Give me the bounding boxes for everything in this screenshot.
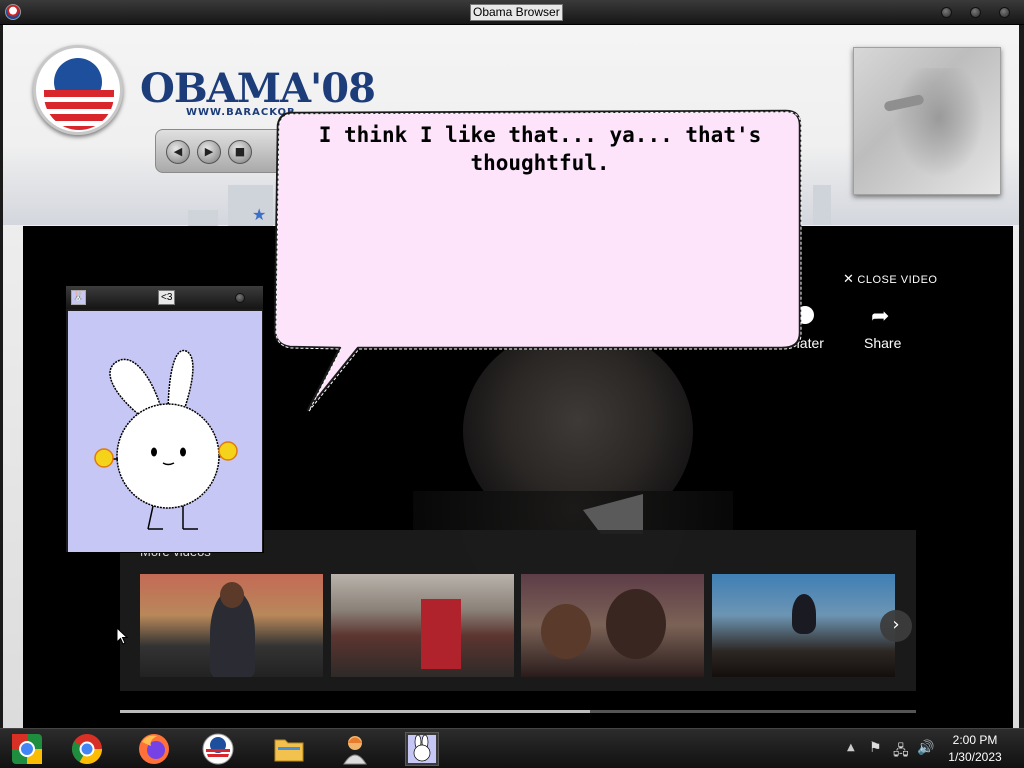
bunny-canvas — [68, 311, 262, 552]
user-agent-icon[interactable] — [338, 732, 372, 766]
taskbar: ▲ ⚑ 🖧 🔊 2:00 PM 1/30/2023 — [0, 728, 1024, 768]
share-button[interactable]: Share — [864, 335, 901, 351]
thumbnail-stairs — [421, 599, 461, 669]
thumbnail-figure — [792, 594, 816, 634]
more-videos-panel: More videos › — [120, 530, 916, 691]
bunny-window-close-button[interactable] — [235, 293, 245, 303]
bunny-character[interactable] — [68, 311, 262, 552]
back-arrow-icon[interactable]: ◀ — [166, 140, 190, 164]
skyline-building — [813, 185, 831, 225]
bunny-companion-icon[interactable] — [405, 732, 439, 766]
tray-expand-icon[interactable]: ▲ — [847, 742, 855, 753]
maximize-button[interactable] — [970, 7, 981, 18]
chrome-logo-icon[interactable] — [10, 732, 44, 766]
window-title: Obama Browser — [470, 4, 563, 21]
bunny-companion-window[interactable]: 🐰 <3 — [65, 285, 264, 553]
speech-bubble-text: I think I like that... ya... that's thou… — [318, 123, 762, 175]
thumbnail-figure-head — [220, 582, 244, 608]
bunny-icon: 🐰 — [71, 290, 86, 305]
firefox-icon[interactable] — [137, 732, 171, 766]
mouse-cursor-icon — [116, 627, 128, 645]
bunny-window-title: <3 — [158, 290, 176, 305]
minimize-button[interactable] — [941, 7, 952, 18]
obama-campaign-logo[interactable] — [33, 45, 123, 135]
file-explorer-icon[interactable] — [272, 732, 306, 766]
bunny-icon — [408, 734, 436, 763]
clock-date[interactable]: 1/30/2023 — [930, 750, 1020, 764]
close-video-button[interactable]: ✕ CLOSE VIDEO — [843, 271, 937, 287]
clock-time[interactable]: 2:00 PM — [930, 733, 1020, 747]
thumbnail-figure-head — [606, 589, 666, 659]
obama-logo-icon — [5, 4, 21, 20]
video-thumbnail[interactable] — [331, 574, 514, 677]
thumbnail-figure-head — [541, 604, 591, 659]
video-thumbnail[interactable] — [140, 574, 323, 677]
stop-icon[interactable]: ■ — [228, 140, 252, 164]
navigation-bar: ◀ ▶ ■ — [155, 129, 285, 173]
close-window-button[interactable] — [999, 7, 1010, 18]
close-icon: ✕ — [843, 271, 855, 286]
window-titlebar[interactable]: Obama Browser — [0, 0, 1024, 25]
network-icon[interactable]: 🖧 — [893, 740, 909, 764]
close-video-label: CLOSE VIDEO — [857, 274, 938, 286]
video-progress-bar[interactable] — [120, 710, 916, 713]
flag-icon[interactable]: ⚑ — [869, 740, 882, 756]
video-buffer-fill — [120, 710, 590, 713]
chrome-icon[interactable] — [70, 732, 104, 766]
share-arrow-icon[interactable]: ➦ — [871, 304, 889, 329]
obama-browser-icon[interactable] — [201, 732, 235, 766]
bunny-window-titlebar[interactable]: 🐰 <3 — [66, 286, 263, 309]
chevron-right-icon: › — [892, 614, 900, 635]
forward-arrow-icon[interactable]: ▶ — [197, 140, 221, 164]
video-thumbnail[interactable] — [712, 574, 895, 677]
next-videos-button[interactable]: › — [880, 610, 912, 642]
star-icon: ★ — [252, 205, 267, 224]
obama-portrait-image — [853, 47, 1001, 195]
video-thumbnail[interactable] — [521, 574, 704, 677]
